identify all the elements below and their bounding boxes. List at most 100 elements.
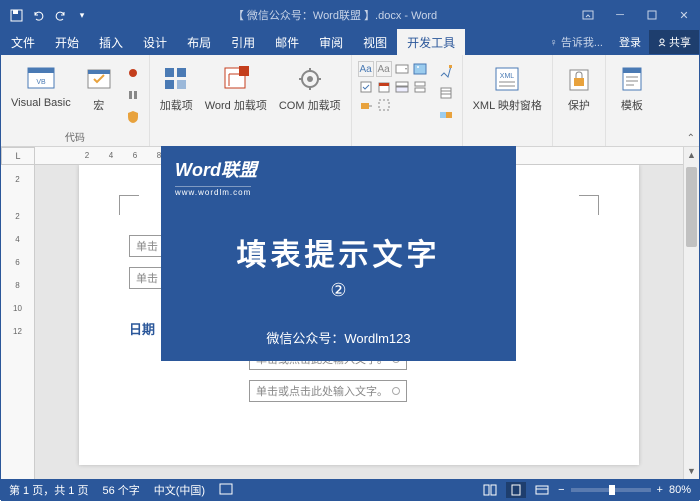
properties-button[interactable] [436,83,456,103]
minimize-icon[interactable]: ─ [605,1,635,29]
group-button[interactable] [436,105,456,125]
addin-icon [160,63,192,95]
window-controls: ─ ✕ [573,1,699,29]
ribbon-group-protect: 保护 [553,55,606,146]
legacy-tools-icon[interactable] [358,97,374,113]
overlay-logo: Word联盟 www.wordlm.com [175,156,502,200]
com-addin-icon [294,63,326,95]
design-mode-button[interactable] [436,61,456,81]
scroll-down-icon[interactable]: ▼ [684,463,699,479]
tab-design[interactable]: 设计 [133,29,177,55]
collapse-ribbon-icon[interactable]: ⌃ [687,133,695,144]
date-control-icon[interactable] [376,79,392,95]
pause-icon [125,87,141,103]
com-addin-button[interactable]: COM 加载项 [275,61,345,115]
tab-view[interactable]: 视图 [353,29,397,55]
tab-layout[interactable]: 布局 [177,29,221,55]
redo-icon[interactable] [53,8,67,22]
word-addin-button[interactable]: Word 加载项 [201,61,271,115]
promo-overlay: Word联盟 www.wordlm.com 填表提示文字 ② 微信公众号：Wor… [161,146,516,361]
ribbon-group-controls: Aa Aa [352,55,463,146]
properties-icon [438,85,454,101]
status-language[interactable]: 中文(中国) [154,482,205,498]
scroll-thumb[interactable] [686,167,697,247]
macro-security-button[interactable] [123,107,143,127]
repeating-control-icon[interactable] [412,79,428,95]
rich-text-control-icon[interactable]: Aa [358,61,374,77]
plain-text-control-icon[interactable]: Aa [376,61,392,77]
svg-text:VB: VB [36,79,46,86]
addin-button[interactable]: 加载项 [156,61,197,115]
save-icon[interactable] [9,8,23,22]
content-control-placeholder[interactable]: 单击或点击此处输入文字。 [249,380,407,402]
tab-insert[interactable]: 插入 [89,29,133,55]
status-page[interactable]: 第 1 页，共 1 页 [9,482,88,498]
template-button[interactable]: 模板 [612,61,652,115]
record-icon [125,65,141,81]
print-layout-icon[interactable] [506,482,526,498]
maximize-icon[interactable] [637,1,667,29]
margin-mark-tr [579,195,599,215]
combo-control-icon[interactable] [394,61,410,77]
vertical-scrollbar[interactable]: ▲ ▼ [683,147,699,479]
lock-icon [563,63,595,95]
ruler-corner[interactable]: L [1,147,35,165]
tab-file[interactable]: 文件 [1,29,45,55]
tab-review[interactable]: 审阅 [309,29,353,55]
quick-access-toolbar: ▾ [1,8,97,22]
record-macro-button[interactable] [123,63,143,83]
status-insert-mode[interactable] [219,483,233,498]
ribbon: VB Visual Basic 宏 代码 加载项 Word 加载项 [1,55,699,147]
login-button[interactable]: 登录 [611,34,649,50]
visual-basic-button[interactable]: VB Visual Basic [7,61,75,111]
svg-text:XML: XML [500,73,515,80]
picture-control-icon[interactable] [412,61,428,77]
ribbon-tabs: 文件 开始 插入 设计 布局 引用 邮件 审阅 视图 开发工具 ♀ 告诉我...… [1,29,699,55]
dropdown-control-icon[interactable] [394,79,410,95]
titlebar: ▾ 【 微信公众号：Word联盟 】.docx - Word ─ ✕ [1,1,699,29]
ribbon-group-code: VB Visual Basic 宏 代码 [1,55,150,146]
window-title: 【 微信公众号：Word联盟 】.docx - Word [97,7,573,23]
margin-mark-tl [119,195,139,215]
overlay-number: ② [175,280,502,301]
xml-icon: XML [491,63,523,95]
form-label-date: 日期 [129,319,165,338]
group-icon [438,107,454,123]
share-button[interactable]: 共享 [649,30,699,54]
qat-more-icon[interactable]: ▾ [75,8,89,22]
ribbon-group-template: 模板 [606,55,658,146]
close-icon[interactable]: ✕ [669,1,699,29]
ribbon-group-addins: 加载项 Word 加载项 COM 加载项 [150,55,352,146]
overlay-footer: 微信公众号：Wordlm123 [161,328,516,347]
scroll-up-icon[interactable]: ▲ [684,147,699,163]
ribbon-group-xml: XML XML 映射窗格 [463,55,553,146]
tab-references[interactable]: 引用 [221,29,265,55]
macro-button[interactable]: 宏 [79,61,119,115]
tab-mail[interactable]: 邮件 [265,29,309,55]
zoom-in-button[interactable]: + [657,484,663,496]
zoom-level[interactable]: 80% [669,484,691,496]
tab-developer[interactable]: 开发工具 [397,29,465,55]
protect-button[interactable]: 保护 [559,61,599,115]
group-control-icon[interactable] [376,97,392,113]
ribbon-options-icon[interactable] [573,1,603,29]
checkbox-control-icon[interactable] [358,79,374,95]
group-label-code: 代码 [7,127,143,146]
overlay-title: 填表提示文字 [175,230,502,274]
xml-mapping-button[interactable]: XML XML 映射窗格 [469,61,546,115]
tell-me-search[interactable]: ♀ 告诉我... [542,34,611,50]
macro-icon [83,63,115,95]
pause-recording-button[interactable] [123,85,143,105]
vertical-ruler[interactable]: 224681012 [1,165,35,479]
read-mode-icon[interactable] [480,482,500,498]
statusbar: 第 1 页，共 1 页 56 个字 中文(中国) − + 80% [1,479,699,501]
word-addin-icon [220,63,252,95]
tab-home[interactable]: 开始 [45,29,89,55]
zoom-out-button[interactable]: − [558,484,564,496]
design-mode-icon [438,63,454,79]
zoom-slider[interactable] [571,488,651,492]
overlay-url: www.wordlm.com [175,186,251,197]
undo-icon[interactable] [31,8,45,22]
web-layout-icon[interactable] [532,482,552,498]
status-words[interactable]: 56 个字 [102,482,139,498]
